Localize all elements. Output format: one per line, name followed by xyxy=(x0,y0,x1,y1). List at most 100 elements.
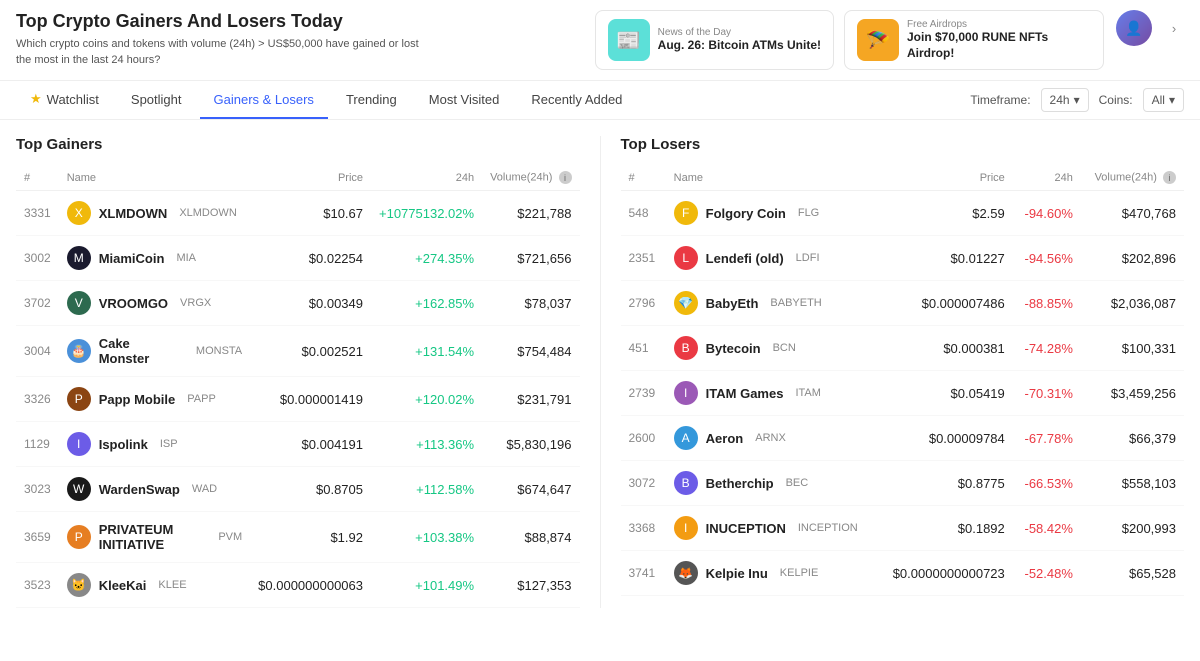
losers-title: Top Losers xyxy=(621,136,1185,153)
price-cell: $10.67 xyxy=(250,191,371,236)
rank-cell: 3002 xyxy=(16,236,59,281)
change-cell: -52.48% xyxy=(1013,551,1081,596)
nav-item-watchlist[interactable]: ★ Watchlist xyxy=(16,81,113,119)
news-card[interactable]: 📰 News of the Day Aug. 26: Bitcoin ATMs … xyxy=(595,10,834,70)
coin-ticker: PVM xyxy=(218,531,242,543)
coin-name-label: Kelpie Inu xyxy=(706,566,768,581)
name-cell: F Folgory Coin FLG xyxy=(666,191,878,236)
rank-cell: 3659 xyxy=(16,512,59,563)
coins-dropdown[interactable]: All ▾ xyxy=(1143,88,1184,112)
coins-label: Coins: xyxy=(1099,93,1133,107)
coin-ticker: VRGX xyxy=(180,297,211,309)
coin-name-label: Cake Monster xyxy=(99,336,184,366)
change-cell: -66.53% xyxy=(1013,461,1081,506)
losers-volume-info-icon[interactable]: i xyxy=(1163,171,1176,184)
table-row[interactable]: 3326 P Papp Mobile PAPP $0.000001419 +12… xyxy=(16,377,580,422)
coin-name-label: PRIVATEUM INITIATIVE xyxy=(99,522,207,552)
change-cell: +112.58% xyxy=(371,467,482,512)
coin-ticker: ARNX xyxy=(755,432,786,444)
table-row[interactable]: 3331 X XLMDOWN XLMDOWN $10.67 +10775132.… xyxy=(16,191,580,236)
coin-icon: I xyxy=(674,381,698,405)
rank-cell: 3072 xyxy=(621,461,666,506)
table-row[interactable]: 3023 W WardenSwap WAD $0.8705 +112.58% $… xyxy=(16,467,580,512)
news-card[interactable]: 🪂 Free Airdrops Join $70,000 RUNE NFTs A… xyxy=(844,10,1104,70)
coin-name-label: Papp Mobile xyxy=(99,392,176,407)
losers-col-name: Name xyxy=(666,165,878,191)
news-card-label: Free Airdrops xyxy=(907,19,1091,30)
volume-cell: $231,791 xyxy=(482,377,579,422)
timeframe-value: 24h xyxy=(1050,93,1070,107)
nav-item-trending[interactable]: Trending xyxy=(332,82,411,119)
nav-item-gainers-losers[interactable]: Gainers & Losers xyxy=(200,82,328,119)
price-cell: $2.59 xyxy=(877,191,1012,236)
news-card-label: News of the Day xyxy=(658,27,821,38)
nav-label-spotlight: Spotlight xyxy=(131,92,182,107)
price-cell: $0.8705 xyxy=(250,467,371,512)
name-cell: 💎 BabyEth BABYETH xyxy=(666,281,878,326)
change-cell: -74.28% xyxy=(1013,326,1081,371)
table-row[interactable]: 1129 I Ispolink ISP $0.004191 +113.36% $… xyxy=(16,422,580,467)
coin-ticker: INCEPTION xyxy=(798,522,858,534)
table-row[interactable]: 3368 I INUCEPTION INCEPTION $0.1892 -58.… xyxy=(621,506,1185,551)
gainers-col-name: Name xyxy=(59,165,250,191)
losers-col-change: 24h xyxy=(1013,165,1081,191)
coin-icon: V xyxy=(67,291,91,315)
change-cell: +120.02% xyxy=(371,377,482,422)
table-row[interactable]: 3072 B Betherchip BEC $0.8775 -66.53% $5… xyxy=(621,461,1185,506)
nav-item-spotlight[interactable]: Spotlight xyxy=(117,82,196,119)
price-cell: $0.00349 xyxy=(250,281,371,326)
change-cell: +162.85% xyxy=(371,281,482,326)
price-cell: $0.000381 xyxy=(877,326,1012,371)
name-cell: 🎂 Cake Monster MONSTA xyxy=(59,326,250,377)
table-row[interactable]: 3659 P PRIVATEUM INITIATIVE PVM $1.92 +1… xyxy=(16,512,580,563)
coin-icon: I xyxy=(67,432,91,456)
price-cell: $0.1892 xyxy=(877,506,1012,551)
gainers-col-volume: Volume(24h) i xyxy=(482,165,579,191)
coin-ticker: BEC xyxy=(786,477,809,489)
change-cell: -67.78% xyxy=(1013,416,1081,461)
star-icon: ★ xyxy=(30,91,42,107)
rank-cell: 2796 xyxy=(621,281,666,326)
price-cell: $0.004191 xyxy=(250,422,371,467)
change-cell: +274.35% xyxy=(371,236,482,281)
rank-cell: 3004 xyxy=(16,326,59,377)
top-bar: Top Crypto Gainers And Losers Today Whic… xyxy=(0,0,1200,81)
timeframe-dropdown[interactable]: 24h ▾ xyxy=(1041,88,1089,112)
nav-item-most-visited[interactable]: Most Visited xyxy=(415,82,514,119)
table-row[interactable]: 2600 A Aeron ARNX $0.00009784 -67.78% $6… xyxy=(621,416,1185,461)
table-row[interactable]: 2796 💎 BabyEth BABYETH $0.000007486 -88.… xyxy=(621,281,1185,326)
nav-item-recently-added[interactable]: Recently Added xyxy=(517,82,636,119)
coin-name-label: INUCEPTION xyxy=(706,521,786,536)
table-row[interactable]: 2739 I ITAM Games ITAM $0.05419 -70.31% … xyxy=(621,371,1185,416)
coin-ticker: BABYETH xyxy=(770,297,821,309)
volume-info-icon[interactable]: i xyxy=(559,171,572,184)
table-row[interactable]: 3741 🦊 Kelpie Inu KELPIE $0.000000000072… xyxy=(621,551,1185,596)
losers-col-volume: Volume(24h) i xyxy=(1081,165,1184,191)
rank-cell: 3702 xyxy=(16,281,59,326)
table-row[interactable]: 3002 M MiamiCoin MIA $0.02254 +274.35% $… xyxy=(16,236,580,281)
table-row[interactable]: 451 B Bytecoin BCN $0.000381 -74.28% $10… xyxy=(621,326,1185,371)
chevron-button[interactable]: › xyxy=(1164,10,1184,46)
gainers-col-change: 24h xyxy=(371,165,482,191)
table-row[interactable]: 3523 🐱 KleeKai KLEE $0.000000000063 +101… xyxy=(16,563,580,608)
rank-cell: 3331 xyxy=(16,191,59,236)
rank-cell: 3368 xyxy=(621,506,666,551)
gainers-panel: Top Gainers # Name Price 24h Volume(24h)… xyxy=(16,136,580,608)
coin-icon: I xyxy=(674,516,698,540)
table-row[interactable]: 3004 🎂 Cake Monster MONSTA $0.002521 +13… xyxy=(16,326,580,377)
coin-icon: 🎂 xyxy=(67,339,91,363)
gainers-table: # Name Price 24h Volume(24h) i 3331 X XL… xyxy=(16,165,580,608)
table-row[interactable]: 2351 L Lendefi (old) LDFI $0.01227 -94.5… xyxy=(621,236,1185,281)
nav-label-most-visited: Most Visited xyxy=(429,92,500,107)
losers-table: # Name Price 24h Volume(24h) i 548 F Fol… xyxy=(621,165,1185,596)
coin-name-label: Aeron xyxy=(706,431,744,446)
rank-cell: 2739 xyxy=(621,371,666,416)
volume-cell: $5,830,196 xyxy=(482,422,579,467)
coin-icon: X xyxy=(67,201,91,225)
table-row[interactable]: 548 F Folgory Coin FLG $2.59 -94.60% $47… xyxy=(621,191,1185,236)
coin-ticker: WAD xyxy=(192,483,217,495)
name-cell: V VROOMGO VRGX xyxy=(59,281,250,326)
table-row[interactable]: 3702 V VROOMGO VRGX $0.00349 +162.85% $7… xyxy=(16,281,580,326)
user-avatar[interactable]: 👤 xyxy=(1116,10,1152,46)
price-cell: $0.05419 xyxy=(877,371,1012,416)
